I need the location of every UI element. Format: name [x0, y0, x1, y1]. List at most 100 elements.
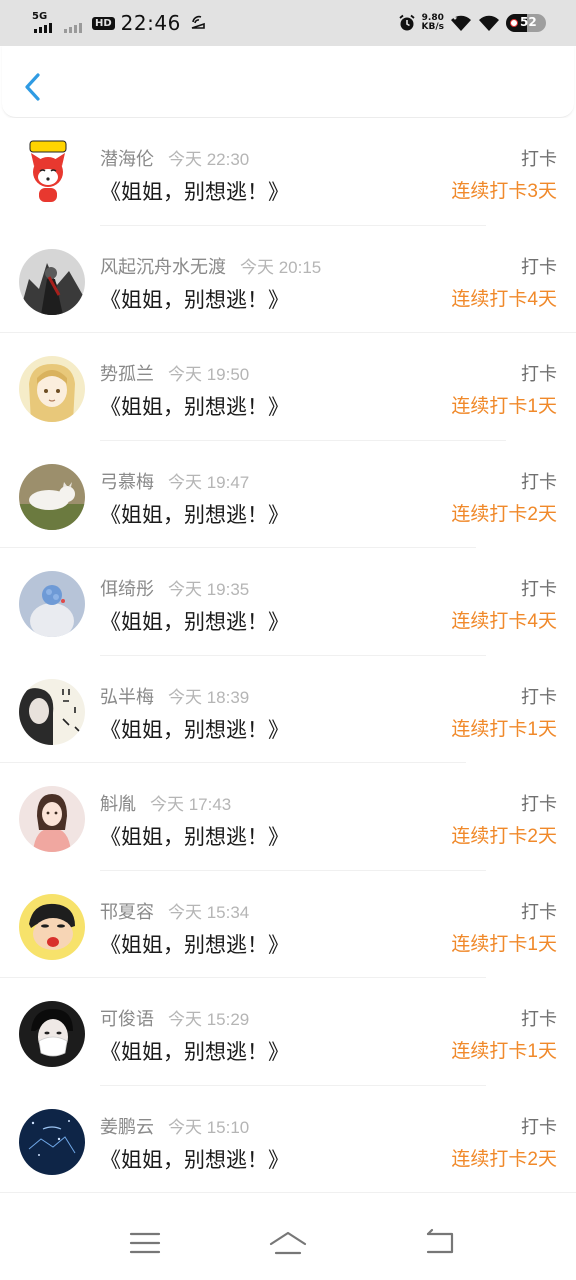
- avatar-calligraphy-portrait-image: [19, 678, 85, 745]
- nav-menu-button[interactable]: [125, 1224, 165, 1260]
- checkin-meta: 势孤兰 今天 19:50: [100, 360, 249, 386]
- book-title[interactable]: 《姐姐，别想逃！》: [100, 1144, 289, 1174]
- avatar[interactable]: [19, 1108, 85, 1175]
- user-name[interactable]: 可俊语: [100, 1005, 154, 1031]
- avatar[interactable]: [19, 463, 85, 530]
- avatar-knit-hat-image: [19, 571, 85, 637]
- checkin-row[interactable]: 势孤兰 今天 19:50 《姐姐，别想逃！》 打卡 连续打卡1天: [0, 333, 576, 441]
- checkin-action-label: 打卡: [521, 1116, 557, 1137]
- checkin-row[interactable]: 潜海伦 今天 22:30 《姐姐，别想逃！》 打卡 连续打卡3天: [0, 118, 576, 226]
- checkin-streak: 连续打卡3天: [451, 181, 557, 202]
- hd-badge: HD: [92, 16, 115, 30]
- checkin-meta: 邗夏容 今天 15:34: [100, 898, 249, 924]
- book-title[interactable]: 《姐姐，别想逃！》: [100, 499, 289, 529]
- book-title[interactable]: 《姐姐，别想逃！》: [100, 714, 289, 744]
- checkin-time: 今天 15:29: [168, 1010, 250, 1029]
- book-title[interactable]: 《姐姐，别想逃！》: [100, 606, 289, 636]
- checkin-action-label: 打卡: [521, 364, 557, 384]
- checkin-row[interactable]: 姜鹏云 今天 15:10 《姐姐，别想逃！》 打卡 连续打卡2天: [0, 1086, 576, 1193]
- checkin-time: 今天 18:39: [168, 687, 250, 707]
- user-name[interactable]: 姜鹏云: [100, 1113, 154, 1139]
- checkin-meta: 潜海伦 今天 22:30: [100, 145, 249, 171]
- checkin-time: 今天 19:47: [168, 472, 250, 492]
- avatar[interactable]: [19, 356, 85, 422]
- checkin-time: 今天 17:43: [150, 795, 232, 814]
- nav-back-button[interactable]: [420, 1224, 460, 1260]
- book-title[interactable]: 《姐姐，别想逃！》: [100, 284, 289, 314]
- checkin-action-label: 打卡: [521, 794, 557, 814]
- book-title[interactable]: 《姐姐，别想逃！》: [100, 1036, 289, 1066]
- checkin-streak: 连续打卡1天: [451, 933, 557, 955]
- avatar-masked-boy-image: [19, 1001, 85, 1067]
- row-divider: [0, 1192, 576, 1193]
- avatar[interactable]: [19, 248, 85, 315]
- checkin-time: 今天 15:10: [168, 1117, 250, 1137]
- avatar-girl-pink-image: [19, 786, 85, 852]
- checkin-meta: 弘半梅 今天 18:39: [100, 683, 249, 709]
- avatar-night-sky-image: [19, 1108, 85, 1175]
- checkin-action-label: 打卡: [521, 901, 557, 922]
- header-bar: [2, 46, 574, 118]
- checkin-row[interactable]: 邗夏容 今天 15:34 《姐姐，别想逃！》 打卡 连续打卡1天: [0, 871, 576, 978]
- battery-level: 52: [520, 15, 537, 29]
- avatar[interactable]: [19, 678, 85, 745]
- nav-home-button[interactable]: [268, 1224, 308, 1260]
- checkin-streak: 连续打卡1天: [451, 718, 557, 740]
- checkin-time: 今天 15:34: [168, 902, 250, 922]
- user-name[interactable]: 斛胤: [100, 790, 136, 816]
- checkin-row[interactable]: 佴绮彤 今天 19:35 《姐姐，别想逃！》 打卡 连续打卡4天: [0, 548, 576, 656]
- avatar[interactable]: [24, 140, 72, 204]
- status-left: 5G HD 22:46: [32, 10, 207, 36]
- book-title[interactable]: 《姐姐，别想逃！》: [100, 176, 289, 206]
- wifi-data-icon: [451, 15, 471, 31]
- avatar[interactable]: [19, 786, 85, 852]
- battery-icon: 52: [506, 14, 546, 32]
- checkin-streak: 连续打卡2天: [451, 1148, 557, 1170]
- checkin-meta: 弓慕梅 今天 19:47: [100, 468, 249, 494]
- user-name[interactable]: 邗夏容: [100, 898, 154, 924]
- speed-unit: KB/s: [421, 22, 444, 32]
- checkin-time: 今天 22:30: [168, 150, 250, 169]
- status-time: 22:46: [120, 11, 181, 35]
- checkin-row[interactable]: 弓慕梅 今天 19:47 《姐姐，别想逃！》 打卡 连续打卡2天: [0, 441, 576, 548]
- avatar[interactable]: [19, 571, 85, 637]
- user-name[interactable]: 佴绮彤: [100, 575, 154, 601]
- back-button[interactable]: [16, 66, 52, 106]
- checkin-meta: 可俊语 今天 15:29: [100, 1005, 249, 1031]
- book-title[interactable]: 《姐姐，别想逃！》: [100, 929, 289, 959]
- user-name[interactable]: 弓慕梅: [100, 468, 154, 494]
- network-type-label: 5G: [32, 11, 48, 22]
- checkin-action-label: 打卡: [521, 256, 557, 277]
- user-name[interactable]: 潜海伦: [100, 145, 154, 171]
- avatar[interactable]: [19, 893, 85, 960]
- book-title[interactable]: 《姐姐，别想逃！》: [100, 391, 289, 421]
- checkin-action-label: 打卡: [521, 1009, 557, 1029]
- checkin-time: 今天 19:50: [168, 365, 250, 384]
- checkin-action-label: 打卡: [521, 579, 557, 599]
- user-name[interactable]: 风起沉舟水无渡: [100, 253, 226, 279]
- system-nav-bar: [0, 1200, 576, 1280]
- avatar-anime-girl-image: [19, 356, 85, 422]
- user-name[interactable]: 势孤兰: [100, 360, 154, 386]
- user-name[interactable]: 弘半梅: [100, 683, 154, 709]
- checkin-meta: 佴绮彤 今天 19:35: [100, 575, 249, 601]
- checkin-row[interactable]: 弘半梅 今天 18:39 《姐姐，别想逃！》 打卡 连续打卡1天: [0, 656, 576, 763]
- checkin-action-label: 打卡: [521, 686, 557, 707]
- checkin-row[interactable]: 斛胤 今天 17:43 《姐姐，别想逃！》 打卡 连续打卡2天: [0, 763, 576, 871]
- checkin-meta: 姜鹏云 今天 15:10: [100, 1113, 249, 1139]
- checkin-action-label: 打卡: [521, 471, 557, 492]
- checkin-streak: 连续打卡2天: [451, 503, 557, 525]
- back-icon: [426, 1228, 454, 1254]
- checkin-time: 今天 20:15: [240, 257, 322, 277]
- checkin-row[interactable]: 风起沉舟水无渡 今天 20:15 《姐姐，别想逃！》 打卡 连续打卡4天: [0, 226, 576, 333]
- avatar-cat-photo-image: [19, 463, 85, 530]
- checkin-list: 潜海伦 今天 22:30 《姐姐，别想逃！》 打卡 连续打卡3天 风起沉舟水无渡…: [0, 118, 576, 1193]
- checkin-streak: 连续打卡2天: [451, 826, 557, 847]
- alarm-icon: [398, 14, 415, 31]
- signal-secondary-icon: [62, 11, 88, 35]
- avatar[interactable]: [19, 1001, 85, 1067]
- status-right: 9.80 KB/s 52: [398, 10, 546, 36]
- signal-5g-icon: 5G: [32, 11, 54, 35]
- book-title[interactable]: 《姐姐，别想逃！》: [100, 821, 289, 851]
- checkin-row[interactable]: 可俊语 今天 15:29 《姐姐，别想逃！》 打卡 连续打卡1天: [0, 978, 576, 1086]
